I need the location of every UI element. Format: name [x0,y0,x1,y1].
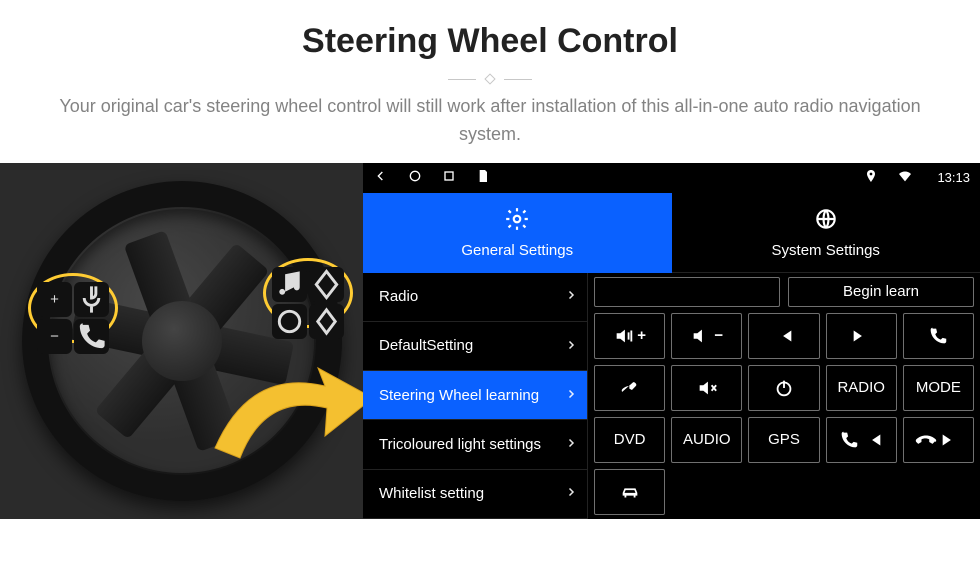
sidebar-item-label: Radio [379,288,418,305]
steering-wheel-photo: + − [0,163,363,519]
swc-gps-button[interactable]: GPS [748,417,819,463]
wheel-plus-icon: + [37,282,72,317]
swc-next-button[interactable] [826,313,897,359]
prev-track-icon [773,325,795,347]
sidebar-item-label: Tricoloured light settings [379,436,541,453]
chevron-right-icon [565,485,577,502]
sidebar-item-default[interactable]: DefaultSetting [363,322,588,371]
swc-mute-button[interactable] [671,365,742,411]
chevron-right-icon [565,436,577,453]
sidebar-item-label: DefaultSetting [379,337,473,354]
title-separator [0,75,980,83]
sdcard-icon [475,168,491,187]
wheel-minus-icon: − [37,319,72,354]
prev-track-icon [862,429,884,451]
globe-gear-icon [813,206,839,236]
square-icon[interactable] [441,168,457,187]
gear-icon [504,206,530,236]
next-track-icon [939,429,961,451]
learn-display [594,277,780,307]
tab-general-settings[interactable]: General Settings [363,193,672,273]
tab-system-label: System Settings [772,242,880,259]
car-icon [619,481,641,503]
wheel-circle-icon [272,304,307,339]
swc-phone-button[interactable] [903,313,974,359]
volume-down-icon [690,325,712,347]
sidebar-item-whitelist[interactable]: Whitelist setting [363,470,588,519]
swc-prev-button[interactable] [748,313,819,359]
volume-up-icon [613,325,635,347]
phone-icon [927,325,949,347]
wheel-diamond-open-icon [309,304,344,339]
status-bar: 13:13 [363,163,980,193]
wheel-music-icon [272,267,307,302]
mute-icon [696,377,718,399]
gps-icon [863,168,879,187]
swc-phone-prev-button[interactable] [826,417,897,463]
back-icon[interactable] [373,168,389,187]
wheel-voice-icon [74,282,109,317]
swc-audio-button[interactable]: AUDIO [671,417,742,463]
begin-learn-button[interactable]: Begin learn [788,277,974,307]
swc-mode-button[interactable]: MODE [903,365,974,411]
hangup-icon [619,377,641,399]
swc-dvd-button[interactable]: DVD [594,417,665,463]
wheel-diamond-icon [309,267,344,302]
sidebar-item-steering[interactable]: Steering Wheel learning [363,371,588,420]
swc-car-button[interactable] [594,469,665,515]
sidebar-item-label: Whitelist setting [379,485,484,502]
swc-hangup-button[interactable] [594,365,665,411]
wheel-phone-icon [74,319,109,354]
swc-phone-next-button[interactable] [903,417,974,463]
page-title: Steering Wheel Control [0,22,980,61]
phone-icon [838,429,860,451]
sidebar-item-radio[interactable]: Radio [363,273,588,322]
settings-side-menu: Radio DefaultSetting Steering Wheel lear… [363,273,588,519]
circle-icon[interactable] [407,168,423,187]
tab-system-settings[interactable]: System Settings [672,193,980,273]
wheel-left-cluster: + − [28,273,118,343]
chevron-right-icon [565,338,577,355]
tab-general-label: General Settings [461,242,573,259]
swc-radio-button[interactable]: RADIO [826,365,897,411]
next-track-icon [850,325,872,347]
chevron-right-icon [565,387,577,404]
swc-power-button[interactable] [748,365,819,411]
clock: 13:13 [937,170,970,185]
swc-vol-up-button[interactable]: + [594,313,665,359]
wheel-right-cluster [263,258,353,328]
hangup-icon [915,429,937,451]
chevron-right-icon [565,288,577,305]
wifi-icon [897,168,913,187]
page-description: Your original car's steering wheel contr… [55,93,925,149]
power-icon [773,377,795,399]
sidebar-item-tricolour[interactable]: Tricoloured light settings [363,420,588,469]
headunit-screen: 13:13 General Settings [363,163,980,519]
swc-vol-down-button[interactable]: − [671,313,742,359]
sidebar-item-label: Steering Wheel learning [379,387,539,404]
